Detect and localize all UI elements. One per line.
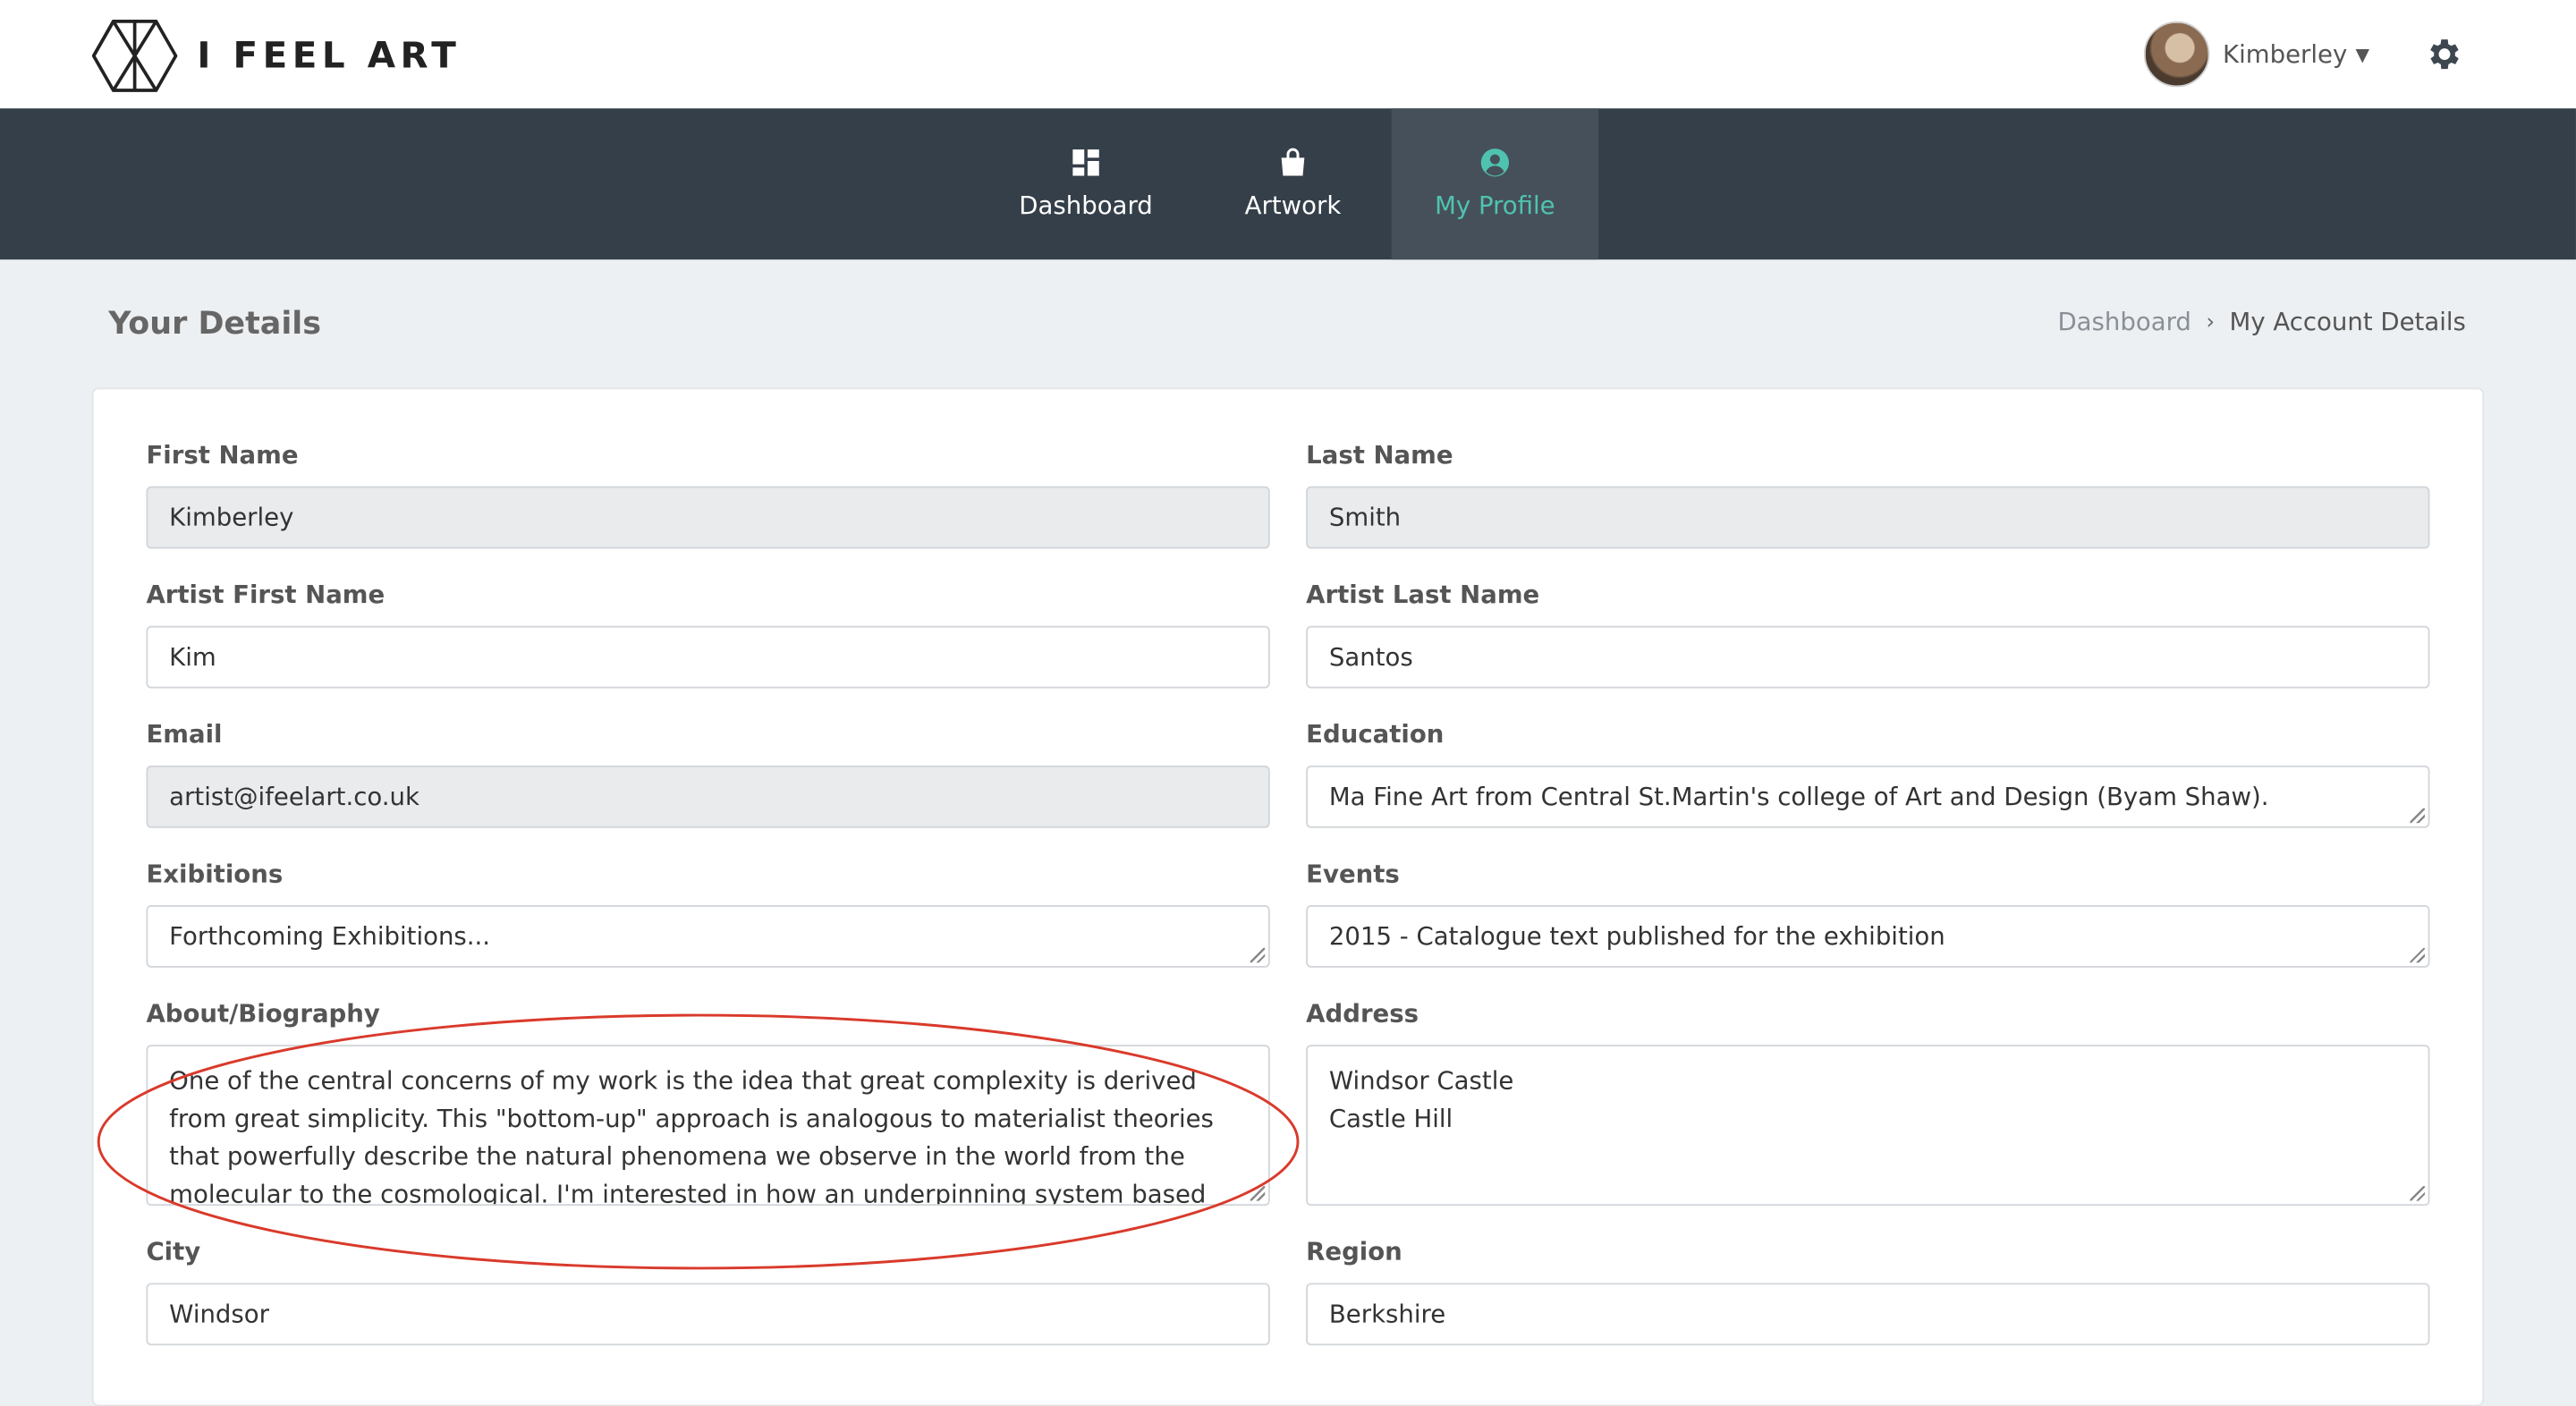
biography-textarea[interactable]: One of the central concerns of my work i…	[146, 1045, 1270, 1207]
education-textarea[interactable]: Ma Fine Art from Central St.Martin's col…	[1306, 765, 2430, 828]
artist-first-name-value: Kim	[169, 642, 216, 673]
address-line-1: Windsor Castle	[1328, 1066, 1514, 1097]
region-value: Berkshire	[1328, 1299, 1446, 1329]
address-label: Address	[1306, 998, 1419, 1029]
breadcrumb-current: My Account Details	[2229, 307, 2466, 337]
tab-artwork[interactable]: Artwork	[1202, 108, 1383, 259]
address-textarea[interactable]: Windsor Castle Castle Hill	[1306, 1045, 2430, 1207]
top-bar: I FEEL ART Kimberley ▼	[0, 0, 2576, 109]
artist-last-name-label: Artist Last Name	[1306, 580, 1540, 610]
first-name-input[interactable]: Kimberley	[146, 486, 1270, 549]
artist-first-name-label: Artist First Name	[146, 580, 386, 610]
email-label: Email	[146, 719, 223, 750]
artist-first-name-input[interactable]: Kim	[146, 625, 1270, 689]
logo[interactable]: I FEEL ART	[91, 18, 462, 93]
biography-label: About/Biography	[146, 998, 380, 1029]
tab-dashboard[interactable]: Dashboard	[986, 108, 1186, 259]
tab-label: My Profile	[1435, 191, 1555, 221]
user-menu[interactable]: Kimberley ▼	[2143, 21, 2370, 88]
tab-my-profile[interactable]: My Profile	[1391, 108, 1599, 260]
breadcrumb: Dashboard › My Account Details	[2057, 307, 2465, 336]
user-name: Kimberley	[2223, 39, 2348, 70]
chevron-right-icon: ›	[2206, 309, 2216, 335]
tab-label: Dashboard	[1019, 191, 1153, 221]
dashboard-icon	[1072, 149, 1099, 176]
first-name-value: Kimberley	[169, 503, 294, 533]
resize-handle[interactable]	[2410, 1186, 2425, 1201]
region-label: Region	[1306, 1237, 1402, 1267]
last-name-value: Smith	[1328, 503, 1402, 533]
brand-name: I FEEL ART	[197, 35, 462, 77]
region-input[interactable]: Berkshire	[1306, 1283, 2430, 1346]
main-nav: Dashboard Artwork My Profile	[0, 108, 2576, 260]
exhibitions-value: Forthcoming Exhibitions...	[169, 921, 491, 952]
resize-handle[interactable]	[1250, 1186, 1266, 1201]
first-name-label: First Name	[146, 440, 299, 470]
breadcrumb-home-link[interactable]: Dashboard	[2057, 307, 2190, 336]
last-name-input[interactable]: Smith	[1306, 486, 2430, 549]
city-label: City	[146, 1237, 201, 1267]
biography-value: One of the central concerns of my work i…	[169, 1066, 1214, 1207]
exhibitions-label: Exibitions	[146, 859, 284, 889]
resize-handle[interactable]	[1250, 947, 1266, 963]
artist-last-name-value: Santos	[1328, 642, 1413, 673]
artist-last-name-input[interactable]: Santos	[1306, 625, 2430, 689]
email-field[interactable]: artist@ifeelart.co.uk	[146, 765, 1270, 828]
app-window: I FEEL ART Kimberley ▼ Dashboard Artwork…	[0, 0, 2576, 1406]
logo-icon	[91, 20, 178, 92]
city-value: Windsor	[169, 1299, 269, 1329]
resize-handle[interactable]	[2410, 808, 2425, 824]
chevron-down-icon: ▼	[2355, 43, 2370, 65]
address-line-2: Castle Hill	[1328, 1104, 1453, 1134]
city-input[interactable]: Windsor	[146, 1283, 1270, 1346]
email-value: artist@ifeelart.co.uk	[169, 782, 419, 812]
tab-label: Artwork	[1244, 191, 1342, 221]
education-value: Ma Fine Art from Central St.Martin's col…	[1328, 782, 2269, 812]
avatar	[2143, 21, 2210, 88]
events-label: Events	[1306, 859, 1400, 889]
page-title: Your Details	[108, 305, 322, 343]
education-label: Education	[1306, 719, 1445, 750]
events-value: 2015 - Catalogue text published for the …	[1328, 921, 1945, 952]
resize-handle[interactable]	[2410, 947, 2425, 963]
user-circle-icon	[1480, 148, 1510, 177]
events-textarea[interactable]: 2015 - Catalogue text published for the …	[1306, 905, 2430, 968]
gear-icon[interactable]	[2425, 35, 2464, 74]
shopping-bag-icon	[1281, 148, 1305, 176]
last-name-label: Last Name	[1306, 440, 1453, 470]
exhibitions-textarea[interactable]: Forthcoming Exhibitions...	[146, 905, 1270, 968]
